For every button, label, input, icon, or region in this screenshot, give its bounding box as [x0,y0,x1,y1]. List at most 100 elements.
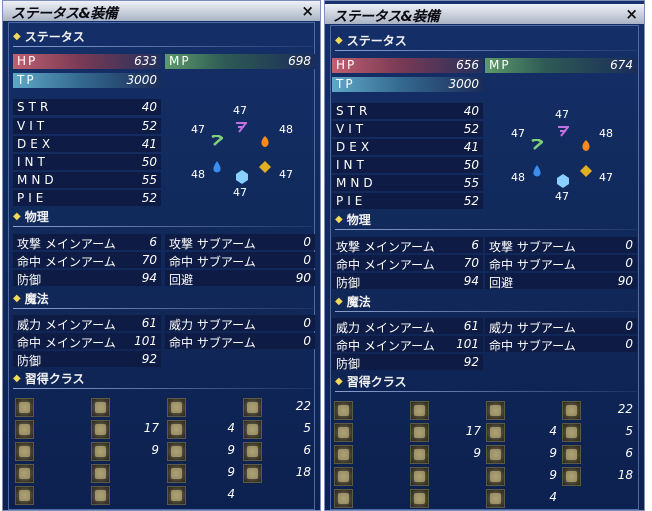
stat-label: 攻撃 サブアーム [489,240,576,254]
close-icon[interactable]: × [301,2,314,20]
magic-row: 威力 メインアーム 61 [332,318,483,335]
class-level: 9 [549,446,557,460]
class-level: 6 [625,446,633,460]
element-value-earth: 47 [279,168,293,181]
class-job-icon[interactable] [410,489,429,508]
section-title: ステータス [346,33,407,48]
stat-label: DEX [336,140,374,154]
hp-bar: HP 656 [332,58,483,73]
stat-label: VIT [17,119,49,133]
title-bar[interactable]: ステータス&装備 × [325,4,644,25]
class-job-icon[interactable] [91,486,110,505]
stat-label: 回避 [169,273,194,287]
mp-label: MP [169,54,191,68]
physical-row: 防御 94 [332,273,483,290]
status-window-right: ステータス&装備 × ◆ ステータス HP 656 MP 674 TP 3000… [324,0,645,511]
stat-row-mnd: MND 55 [332,175,483,191]
stat-label: 命中 メインアーム [17,255,116,269]
stat-value: 0 [303,253,311,267]
fire-icon [580,137,592,151]
ice-icon [556,173,569,188]
tp-value: 3000 [126,73,157,87]
diamond-bullet-icon: ◆ [335,213,343,225]
stat-row-int: INT 50 [332,157,483,173]
magic-row: 防御 92 [13,351,161,368]
stat-label: 防御 [17,354,42,368]
stat-label: 威力 メインアーム [17,318,116,332]
element-value-ice: 47 [233,186,247,199]
element-value-earth: 47 [599,171,613,184]
stat-label: 命中 サブアーム [489,258,576,272]
stat-value: 61 [141,316,157,330]
element-value-fire: 48 [279,123,293,136]
class-level: 17 [465,424,481,438]
divider [13,46,313,47]
class-job-icon[interactable] [334,467,353,486]
class-job-icon[interactable] [334,423,353,442]
class-job-icon[interactable] [15,398,34,417]
stat-label: 命中 メインアーム [336,339,435,353]
class-job-icon[interactable] [167,398,186,417]
class-job-icon[interactable] [486,401,505,420]
class-job-icon[interactable] [15,442,34,461]
section-header-classes: ◆ 習得クラス [335,373,406,389]
divider [335,391,637,392]
stat-label: 攻撃 サブアーム [169,237,256,251]
mp-value: 674 [610,58,633,72]
physical-row: 命中 メインアーム 70 [13,252,161,269]
stat-value: 41 [463,140,479,154]
class-level: 5 [625,424,633,438]
divider [335,311,637,312]
class-level: 4 [549,490,557,504]
hp-bar: HP 633 [13,54,161,69]
class-job-icon[interactable] [15,420,34,439]
diamond-bullet-icon: ◆ [13,210,21,222]
stat-label: PIE [336,194,367,208]
close-icon[interactable]: × [625,5,638,23]
stat-label: 攻撃 メインアーム [17,237,116,251]
section-title: ステータス [24,29,85,44]
lightning-icon [557,122,571,137]
magic-row: 命中 サブアーム 0 [165,333,315,350]
section-title: 魔法 [346,294,371,309]
class-job-icon[interactable] [91,464,110,483]
stat-value: 41 [141,137,157,151]
class-job-icon[interactable] [334,489,353,508]
mp-bar: MP 698 [165,54,315,69]
mp-bar: MP 674 [485,58,637,73]
class-job-icon[interactable] [410,467,429,486]
lightning-icon [235,118,249,133]
class-job-icon[interactable] [15,486,34,505]
physical-row: 防御 94 [13,270,161,287]
class-job-icon[interactable] [410,401,429,420]
stat-label: 命中 サブアーム [169,336,256,350]
hp-value: 656 [456,58,479,72]
class-job-icon[interactable] [334,445,353,464]
stat-value: 92 [141,352,157,366]
stat-label: 命中 サブアーム [169,255,256,269]
stat-row-vit: VIT 52 [13,118,161,134]
diamond-bullet-icon: ◆ [335,375,343,387]
diamond-bullet-icon: ◆ [13,372,21,384]
stat-label: 防御 [17,273,42,287]
physical-row: 攻撃 サブアーム 0 [485,237,637,254]
stat-value: 101 [134,334,157,348]
stat-label: STR [17,100,53,114]
title-bar[interactable]: ステータス&装備 × [3,1,320,22]
class-level: 18 [295,465,311,479]
stat-value: 0 [625,337,633,351]
stat-row-str: STR 40 [13,99,161,115]
wind-icon [531,136,545,150]
class-job-icon[interactable] [334,401,353,420]
section-header-physical: ◆ 物理 [335,211,371,227]
element-value-water: 48 [191,168,205,181]
class-job-icon[interactable] [91,398,110,417]
class-level: 22 [617,402,633,416]
class-job-icon[interactable] [15,464,34,483]
stat-value: 52 [463,122,479,136]
diamond-bullet-icon: ◆ [13,292,21,304]
mp-label: MP [489,58,511,72]
class-level: 6 [303,443,311,457]
stat-label: 命中 サブアーム [489,339,576,353]
stat-value: 92 [463,355,479,369]
